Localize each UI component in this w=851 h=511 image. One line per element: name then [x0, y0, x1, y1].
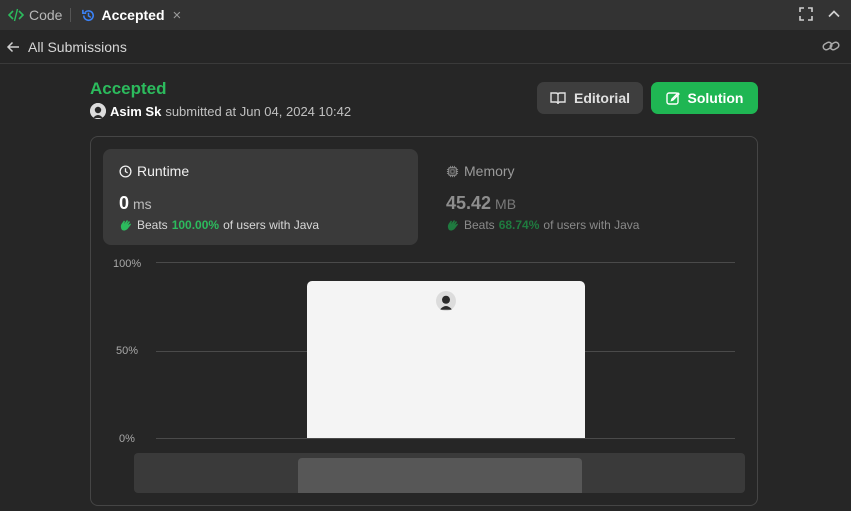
- memory-beats-prefix: Beats: [464, 218, 495, 232]
- tab-divider: [70, 8, 72, 22]
- tab-code[interactable]: Code: [0, 0, 62, 30]
- memory-label: Memory: [464, 163, 515, 179]
- all-submissions-link[interactable]: All Submissions: [0, 39, 127, 55]
- runtime-header: Runtime: [119, 163, 189, 179]
- tab-code-label: Code: [29, 7, 63, 23]
- avatar[interactable]: [90, 103, 106, 119]
- submitted-time: submitted at Jun 04, 2024 10:42: [165, 103, 352, 119]
- history-icon: [81, 8, 96, 23]
- runtime-beats-percent: 100.00%: [171, 218, 220, 232]
- editorial-label: Editorial: [573, 90, 630, 106]
- gridline: [156, 262, 735, 263]
- all-submissions-label: All Submissions: [28, 38, 127, 55]
- fullscreen-icon[interactable]: [799, 7, 813, 26]
- chart-range-handle[interactable]: [298, 458, 582, 493]
- solution-button[interactable]: Solution: [651, 82, 758, 114]
- chip-icon: [446, 165, 459, 178]
- memory-number: 45.42: [446, 193, 492, 213]
- book-icon: [550, 91, 566, 105]
- runtime-beats-suffix: of users with Java: [223, 218, 320, 232]
- runtime-value: 0 ms: [119, 193, 152, 214]
- memory-beats: Beats 68.74% of users with Java: [446, 218, 639, 232]
- submission-meta: Asim Sk submitted at Jun 04, 2024 10:42: [90, 103, 351, 119]
- code-brackets-icon: [8, 8, 24, 22]
- runtime-beats-prefix: Beats: [137, 218, 168, 232]
- memory-unit: MB: [495, 196, 517, 212]
- link-icon[interactable]: [822, 39, 840, 58]
- editorial-button[interactable]: Editorial: [537, 82, 643, 114]
- username[interactable]: Asim Sk: [110, 104, 161, 119]
- tab-accepted-label: Accepted: [101, 7, 165, 23]
- submission-header: All Submissions: [0, 30, 851, 64]
- y-tick-label: 100%: [113, 258, 142, 270]
- close-icon[interactable]: ×: [173, 7, 182, 24]
- edit-icon: [665, 91, 680, 105]
- runtime-number: 0: [119, 193, 130, 213]
- memory-beats-suffix: of users with Java: [543, 218, 640, 232]
- clap-hands-icon: [119, 218, 133, 232]
- arrow-left-icon: [6, 41, 20, 53]
- clap-hands-icon: [446, 218, 460, 232]
- runtime-beats: Beats 100.00% of users with Java: [119, 218, 319, 232]
- solution-label: Solution: [687, 90, 744, 106]
- runtime-unit: ms: [133, 196, 152, 212]
- submission-status: Accepted: [90, 79, 167, 98]
- clock-icon: [119, 164, 132, 178]
- memory-beats-percent: 68.74%: [498, 218, 540, 232]
- y-tick-label: 50%: [116, 345, 139, 357]
- runtime-label: Runtime: [137, 163, 190, 179]
- baseline: [156, 438, 735, 439]
- tab-bar: Code Accepted ×: [0, 0, 851, 30]
- memory-value: 45.42 MB: [446, 193, 516, 214]
- tab-accepted[interactable]: Accepted ×: [81, 0, 181, 30]
- y-tick-label: 0%: [119, 433, 135, 445]
- memory-header[interactable]: Memory: [446, 163, 515, 179]
- chevron-up-icon[interactable]: [827, 7, 841, 26]
